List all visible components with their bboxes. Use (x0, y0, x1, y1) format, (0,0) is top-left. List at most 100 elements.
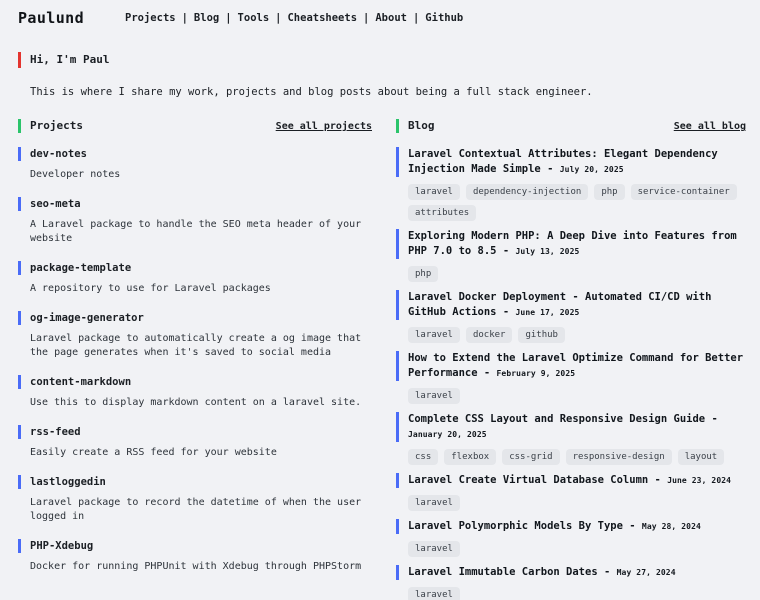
project-name[interactable]: content-markdown (18, 375, 372, 389)
blog-post-date-separator: - (622, 520, 642, 532)
blog-post-tags: laravel docker github (396, 327, 746, 343)
tag-chip[interactable]: service-container (630, 184, 737, 200)
blog-post-tags: laravel (396, 388, 746, 404)
project-name[interactable]: rss-feed (18, 425, 372, 439)
tag-chip[interactable]: laravel (408, 184, 460, 200)
main-navigation: Projects | Blog | Tools | Cheatsheets | … (124, 12, 464, 24)
blog-post-date: January 20, 2025 (408, 430, 487, 439)
hero-subtitle: This is where I share my work, projects … (30, 86, 593, 98)
hero-title: Hi, I'm Paul (18, 52, 742, 68)
tag-chip[interactable]: laravel (408, 327, 460, 343)
see-all-blog-link[interactable]: See all blog (674, 121, 746, 132)
project-item[interactable]: content-markdown Use this to display mark… (18, 375, 372, 410)
tag-chip[interactable]: layout (677, 449, 725, 465)
see-all-projects-link[interactable]: See all projects (276, 121, 372, 132)
blog-post[interactable]: How to Extend the Laravel Optimize Comma… (396, 351, 746, 404)
tag-chip[interactable]: attributes (408, 205, 477, 221)
blog-post[interactable]: Exploring Modern PHP: A Deep Dive into F… (396, 229, 746, 282)
site-brand[interactable]: Paulund (18, 9, 84, 27)
project-description: Docker for running PHPUnit with Xdebug t… (30, 561, 362, 572)
nav-link-projects[interactable]: Projects (124, 12, 177, 24)
blog-post-title[interactable]: Laravel Contextual Attributes: Elegant D… (396, 147, 746, 177)
nav-separator: | (363, 12, 370, 24)
tag-chip[interactable]: php (408, 266, 439, 282)
nav-separator: | (181, 12, 188, 24)
blog-post-tags: laravel (396, 587, 746, 600)
project-description: Use this to display markdown content on … (30, 397, 362, 408)
nav-separator: | (412, 12, 420, 24)
nav-link-about[interactable]: About (374, 12, 408, 24)
project-description: Developer notes (30, 169, 121, 180)
blog-post[interactable]: Laravel Polymorphic Models By Type - May… (396, 519, 746, 557)
blog-post-title[interactable]: Laravel Create Virtual Database Column -… (396, 473, 746, 488)
blog-post-date-separator: - (477, 367, 497, 379)
nav-separator: | (225, 12, 232, 24)
blog-post[interactable]: Complete CSS Layout and Responsive Desig… (396, 412, 746, 465)
project-item[interactable]: dev-notes Developer notes (18, 147, 372, 182)
tag-chip[interactable]: laravel (408, 495, 460, 511)
project-description: Laravel package to automatically create … (30, 333, 362, 358)
blog-post-date: May 28, 2024 (641, 522, 701, 531)
blog-post[interactable]: Laravel Immutable Carbon Dates - May 27,… (396, 565, 746, 600)
tag-chip[interactable]: flexbox (444, 449, 497, 465)
tag-chip[interactable]: laravel (408, 541, 460, 557)
tag-chip[interactable]: dependency-injection (465, 184, 589, 200)
nav-separator: | (275, 12, 282, 24)
tag-chip[interactable]: responsive-design (565, 449, 672, 465)
blog-post-date: July 13, 2025 (515, 247, 580, 256)
project-name[interactable]: og-image-generator (18, 311, 372, 325)
blog-post-title-text: Laravel Polymorphic Models By Type (408, 520, 623, 532)
blog-post-date-separator: - (496, 245, 516, 257)
blog-post-date-separator: - (705, 413, 718, 425)
nav-link-tools[interactable]: Tools (237, 12, 271, 24)
tag-chip[interactable]: css (408, 449, 439, 465)
tag-chip[interactable]: github (518, 327, 565, 343)
blog-post-title[interactable]: Laravel Immutable Carbon Dates - May 27,… (396, 565, 746, 580)
blog-post-date: June 17, 2025 (515, 308, 580, 317)
nav-link-github[interactable]: Github (424, 12, 464, 24)
blog-post-date: May 27, 2024 (616, 568, 676, 577)
project-description: Easily create a RSS feed for your websit… (30, 447, 277, 458)
blog-post-title-text: Laravel Create Virtual Database Column (408, 474, 649, 486)
blog-column: Blog See all blog Laravel Contextual Att… (386, 119, 746, 600)
project-name[interactable]: PHP-Xdebug (18, 539, 372, 553)
blog-post[interactable]: Laravel Docker Deployment - Automated CI… (396, 290, 746, 343)
project-description: Laravel package to record the datetime o… (30, 497, 362, 522)
blog-post-title[interactable]: Exploring Modern PHP: A Deep Dive into F… (396, 229, 746, 259)
tag-chip[interactable]: php (594, 184, 625, 200)
blog-post-tags: laravel (396, 541, 746, 557)
project-name[interactable]: lastloggedin (18, 475, 372, 489)
tag-chip[interactable]: docker (465, 327, 513, 343)
project-item[interactable]: rss-feed Easily create a RSS feed for you… (18, 425, 372, 460)
blog-post-date-separator: - (648, 474, 668, 486)
nav-link-cheatsheets[interactable]: Cheatsheets (286, 12, 358, 24)
blog-post-title[interactable]: Laravel Docker Deployment - Automated CI… (396, 290, 746, 320)
project-item[interactable]: package-template A repository to use for … (18, 261, 372, 296)
blog-post[interactable]: Laravel Create Virtual Database Column -… (396, 473, 746, 511)
project-item[interactable]: og-image-generator Laravel package to aut… (18, 311, 372, 360)
tag-chip[interactable]: laravel (408, 587, 460, 600)
blog-post-date: July 20, 2025 (559, 165, 624, 174)
blog-post-date-separator: - (540, 163, 560, 175)
blog-post-title[interactable]: Laravel Polymorphic Models By Type - May… (396, 519, 746, 534)
blog-post-list: Laravel Contextual Attributes: Elegant D… (396, 147, 746, 600)
blog-post[interactable]: Laravel Contextual Attributes: Elegant D… (396, 147, 746, 221)
blog-post-date: June 23, 2024 (667, 476, 732, 485)
content-columns: Projects See all projects dev-notes Devel… (0, 119, 760, 600)
blog-title: Blog (396, 119, 435, 133)
project-item[interactable]: seo-meta A Laravel package to handle the … (18, 197, 372, 246)
site-header: Paulund Projects | Blog | Tools | Cheats… (0, 0, 760, 36)
project-item[interactable]: lastloggedin Laravel package to record th… (18, 475, 372, 524)
project-name[interactable]: package-template (18, 261, 372, 275)
projects-column: Projects See all projects dev-notes Devel… (18, 119, 386, 600)
blog-post-title[interactable]: Complete CSS Layout and Responsive Desig… (396, 412, 746, 442)
project-name[interactable]: seo-meta (18, 197, 372, 211)
tag-chip[interactable]: laravel (408, 388, 460, 404)
blog-post-tags: laravel dependency-injection php service-co… (396, 184, 746, 221)
project-name[interactable]: dev-notes (18, 147, 372, 161)
tag-chip[interactable]: css-grid (502, 449, 560, 465)
blog-post-title[interactable]: How to Extend the Laravel Optimize Comma… (396, 351, 746, 381)
blog-section-header: Blog See all blog (396, 119, 746, 133)
nav-link-blog[interactable]: Blog (193, 12, 220, 24)
project-item[interactable]: PHP-Xdebug Docker for running PHPUnit wit… (18, 539, 372, 574)
